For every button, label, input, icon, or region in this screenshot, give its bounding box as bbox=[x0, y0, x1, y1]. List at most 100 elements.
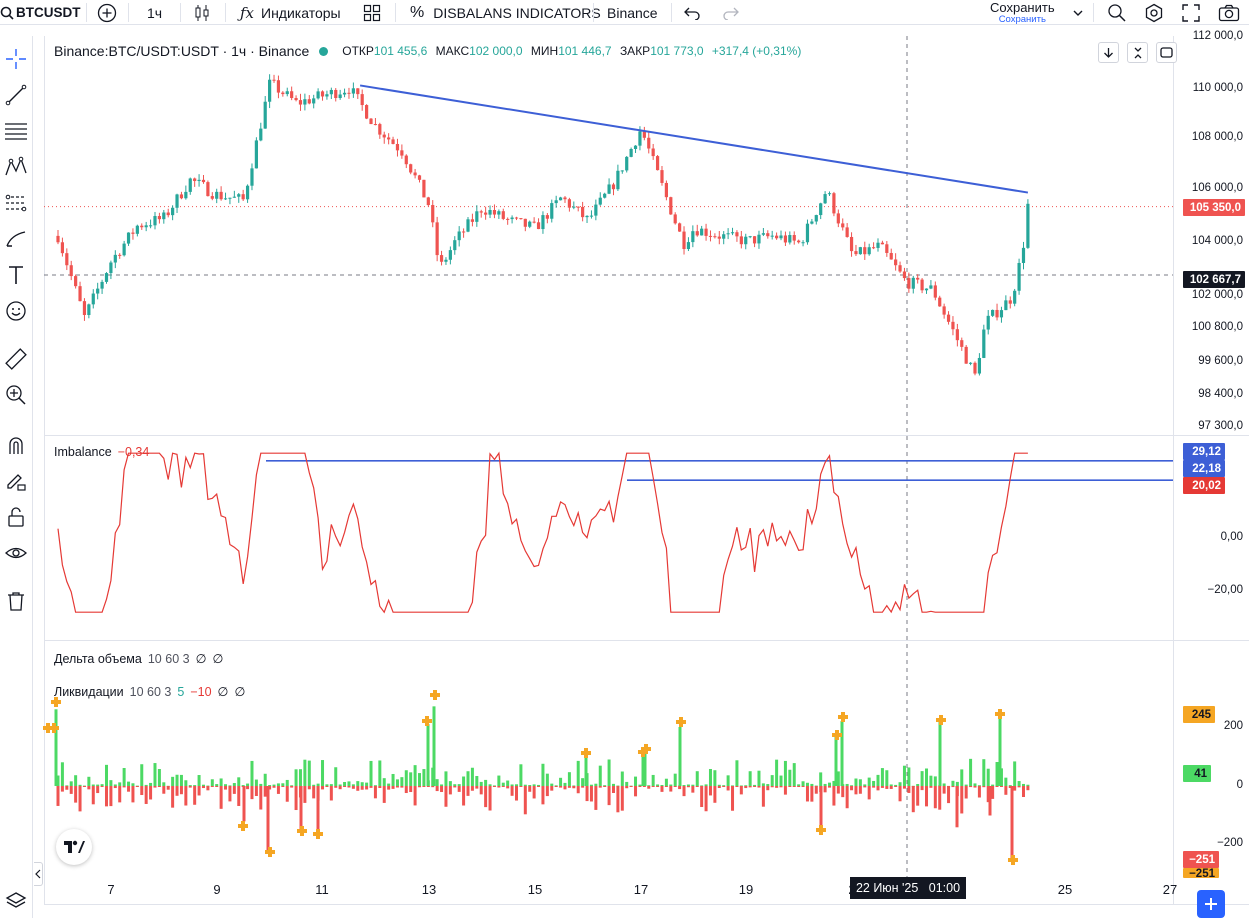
liq-short-bar bbox=[726, 786, 730, 791]
liq-short-bar bbox=[938, 786, 942, 810]
candle-body bbox=[325, 94, 329, 97]
imb-level-tag: 22,18 bbox=[1183, 460, 1225, 477]
candle-body bbox=[700, 228, 704, 236]
liq-short-bar bbox=[224, 786, 228, 790]
candle-body bbox=[902, 271, 907, 279]
candle-body bbox=[219, 191, 223, 200]
liq-short-bar bbox=[898, 786, 902, 802]
candle-body bbox=[995, 309, 999, 318]
tradingview-logo[interactable] bbox=[56, 829, 92, 865]
liq-long-bar bbox=[484, 779, 488, 786]
liq-long-bar bbox=[237, 777, 241, 786]
candle-body bbox=[977, 357, 982, 374]
liq-short-bar bbox=[828, 786, 832, 788]
liq-long-bar bbox=[131, 783, 135, 786]
liq-short-bar bbox=[263, 786, 267, 797]
liq-short-bar bbox=[982, 786, 986, 788]
move-down-button[interactable] bbox=[1098, 42, 1119, 63]
liquidations-legend: Ликвидации 10 60 3 5 −10 ∅ ∅ bbox=[54, 684, 245, 700]
candle-body bbox=[329, 89, 333, 95]
candle-body bbox=[523, 218, 527, 227]
candle-body bbox=[770, 235, 774, 237]
candle-body bbox=[1013, 290, 1017, 304]
toolbar-toggle[interactable] bbox=[34, 862, 43, 886]
liq-long-bar bbox=[589, 784, 593, 786]
liq-short-bar bbox=[589, 786, 593, 802]
liq-long-bar bbox=[316, 783, 320, 786]
liq-long-bar bbox=[973, 783, 977, 786]
liq-short-bar bbox=[845, 786, 849, 809]
chevron-left-icon bbox=[35, 869, 41, 879]
liq-short-bar bbox=[290, 786, 294, 788]
liq-long-bar bbox=[898, 782, 902, 786]
liq-short-bar bbox=[479, 786, 483, 795]
candle-body bbox=[484, 212, 488, 215]
candle-body bbox=[153, 216, 157, 226]
liq-short-bar bbox=[999, 786, 1003, 787]
liq-long-bar bbox=[232, 783, 236, 786]
liq-short-bar bbox=[682, 786, 686, 797]
time-tick: 25 bbox=[1057, 882, 1073, 897]
candle-body bbox=[157, 216, 161, 220]
imbalance-name[interactable]: Imbalance bbox=[54, 445, 112, 459]
maximize-pane-button[interactable] bbox=[1127, 42, 1148, 63]
liq-short-bar bbox=[166, 786, 170, 790]
candle-body bbox=[722, 234, 726, 239]
candle-body bbox=[739, 236, 743, 245]
collapse-pane-button[interactable] bbox=[1156, 42, 1177, 63]
liq-short-bar bbox=[285, 786, 289, 802]
liq-short-bar bbox=[841, 786, 845, 798]
liq-long-bar bbox=[215, 784, 219, 786]
liq-short-bar bbox=[162, 786, 166, 794]
liq-short-bar bbox=[153, 786, 157, 788]
liq-short-bar bbox=[65, 786, 69, 790]
liq-short-bar bbox=[422, 786, 426, 787]
liq-name[interactable]: Ликвидации bbox=[54, 685, 124, 699]
liq-short-bar bbox=[559, 786, 563, 788]
liq-long-bar bbox=[435, 779, 439, 786]
candle-body bbox=[849, 236, 854, 252]
liq-short-bar bbox=[140, 786, 144, 796]
imb-level-tag: 20,02 bbox=[1183, 477, 1225, 494]
liq-short-bar bbox=[197, 786, 201, 796]
liq-short-bar bbox=[885, 786, 889, 789]
candle-body bbox=[91, 293, 95, 305]
liq-neg: −10 bbox=[190, 684, 212, 699]
liq-long-bar bbox=[193, 785, 197, 787]
liq-short-bar bbox=[462, 786, 466, 806]
liq-short-bar bbox=[977, 786, 981, 798]
add-button[interactable] bbox=[1197, 890, 1225, 918]
liq-long-bar bbox=[761, 783, 765, 786]
symbol-title[interactable]: Binance:BTC/USDT:USDT · 1ч · Binance bbox=[54, 43, 309, 59]
liq-long-spike bbox=[643, 753, 647, 786]
liq-long-bar bbox=[263, 773, 267, 786]
liq-long-bar bbox=[735, 760, 739, 786]
liq-short-bar bbox=[761, 786, 765, 807]
liq-long-bar bbox=[717, 784, 721, 786]
candle-body bbox=[223, 198, 228, 200]
price-tick: 112 000,0 bbox=[1192, 30, 1243, 42]
liq-short-bar bbox=[925, 786, 929, 807]
candle-body bbox=[871, 247, 876, 249]
liq-long-bar bbox=[294, 769, 298, 786]
tv-logo-icon bbox=[64, 840, 85, 853]
liq-short-bar bbox=[788, 786, 792, 787]
candle-body bbox=[797, 240, 801, 243]
liq-short-bar bbox=[581, 786, 585, 788]
liq-short-bar bbox=[351, 786, 355, 789]
liq-short-bar bbox=[995, 786, 999, 787]
liq-short-bar bbox=[219, 786, 223, 809]
price-tick: 100 800,0 bbox=[1191, 321, 1243, 333]
candle-body bbox=[713, 236, 717, 238]
liq-long-bar bbox=[470, 767, 474, 786]
imbalance-value: −0,34 bbox=[117, 445, 150, 459]
liq-long-bar bbox=[563, 782, 567, 786]
liq-long-bar bbox=[964, 784, 968, 786]
liq-long-bar bbox=[87, 776, 91, 786]
chart-canvas[interactable] bbox=[0, 0, 1249, 918]
delta-name[interactable]: Дельта объема bbox=[54, 652, 142, 666]
imb-tick: −20,00 bbox=[1207, 584, 1244, 596]
liq-short-bar bbox=[541, 786, 545, 805]
liq-long-bar bbox=[929, 775, 933, 786]
candle-body bbox=[215, 191, 219, 199]
